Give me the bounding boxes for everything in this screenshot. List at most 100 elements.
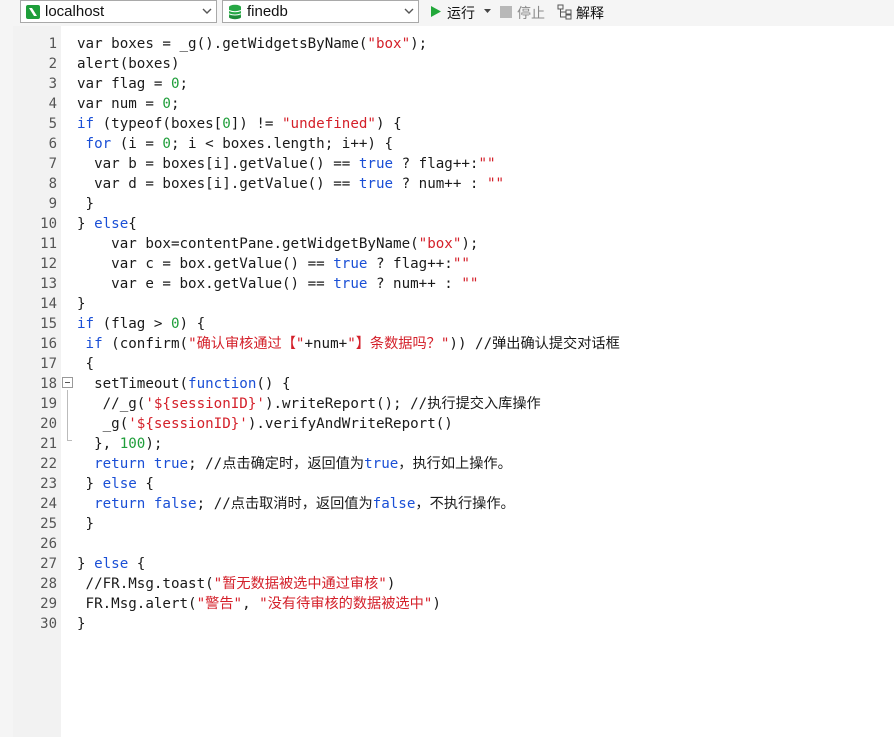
code-line[interactable]: 20 _g('${sessionID}').verifyAndWriteRepo…	[0, 414, 894, 434]
code-token: 0	[170, 316, 180, 332]
code-line[interactable]: 9 }	[0, 194, 894, 214]
code-token: var flag =	[77, 76, 171, 92]
code-token: return	[94, 496, 146, 512]
run-button[interactable]: 运行	[428, 3, 494, 21]
code-line[interactable]: 7 var b = boxes[i].getValue() == true ? …	[0, 154, 894, 174]
code-line[interactable]: 11 var box=contentPane.getWidgetByName("…	[0, 234, 894, 254]
code-line[interactable]: 12 var c = box.getValue() == true ? flag…	[0, 254, 894, 274]
code-line[interactable]: 6 for (i = 0; i < boxes.length; i++) {	[0, 134, 894, 154]
code-token: ; i < boxes.length; i++) {	[170, 136, 394, 152]
code-token: );	[410, 36, 428, 52]
line-number: 20	[40, 416, 57, 432]
caret-down-icon[interactable]	[484, 9, 491, 14]
code-line[interactable]: 13 var e = box.getValue() == true ? num+…	[0, 274, 894, 294]
code-line[interactable]: 2 alert(boxes)	[0, 54, 894, 74]
code-line[interactable]: 16 if (confirm("确认审核通过【"+num+"】条数据吗？")) …	[0, 334, 894, 354]
code-text: if (typeof(boxes[0]) != "undefined") {	[77, 114, 402, 134]
code-line[interactable]: 24 return false; //点击取消时，返回值为false，不执行操作…	[0, 494, 894, 514]
server-select[interactable]: localhost	[20, 0, 217, 23]
run-label: 运行	[447, 5, 475, 21]
code-line[interactable]: 19 //_g('${sessionID}').writeReport(); /…	[0, 394, 894, 414]
line-number: 25	[40, 516, 57, 532]
code-token: }	[77, 476, 103, 492]
explain-label: 解释	[576, 5, 604, 21]
code-line[interactable]: 22 return true; //点击确定时，返回值为true，执行如上操作。	[0, 454, 894, 474]
database-select[interactable]: finedb	[222, 0, 419, 23]
explain-button[interactable]: 解释	[556, 3, 612, 21]
code-token: true	[358, 176, 394, 192]
code-text: //_g('${sessionID}').writeReport(); //执行…	[77, 394, 541, 414]
code-line[interactable]: 14}	[0, 294, 894, 314]
code-line[interactable]: 26	[0, 534, 894, 554]
code-token: ) {	[179, 316, 206, 332]
code-text: } else {	[77, 554, 145, 574]
line-number: 14	[40, 296, 57, 312]
stop-button[interactable]: 停止	[499, 3, 551, 21]
code-token: "没有待审核的数据被选中"	[259, 596, 433, 612]
code-line[interactable]: 5 if (typeof(boxes[0]) != "undefined") {	[0, 114, 894, 134]
code-text: var flag = 0;	[77, 74, 188, 94]
play-icon	[431, 6, 441, 17]
code-text: } else {	[77, 474, 154, 494]
code-text: return false; //点击取消时，返回值为false，不执行操作。	[77, 494, 515, 514]
code-token: {	[77, 356, 95, 372]
line-number: 7	[48, 156, 57, 172]
code-line[interactable]: 25 }	[0, 514, 894, 534]
code-token: ? flag++:	[367, 256, 453, 272]
code-line[interactable]: 27} else {	[0, 554, 894, 574]
code-token: true	[333, 256, 368, 272]
line-number: 3	[48, 76, 57, 92]
line-number: 9	[48, 196, 57, 212]
code-line[interactable]: 15 if (flag > 0) {	[0, 314, 894, 334]
code-text: setTimeout(function() {	[77, 374, 290, 394]
database-select-value: finedb	[247, 3, 288, 20]
fold-collapse-icon[interactable]	[62, 377, 73, 388]
line-number: 29	[40, 596, 57, 612]
code-text: var d = boxes[i].getValue() == true ? nu…	[77, 174, 504, 194]
code-text: alert(boxes)	[77, 54, 180, 74]
code-token: }	[77, 516, 95, 532]
code-token: //FR.Msg.toast(	[77, 576, 214, 592]
code-token: 0	[170, 76, 180, 92]
code-line[interactable]: 23 } else {	[0, 474, 894, 494]
code-text: if (flag > 0) {	[77, 314, 205, 334]
code-line[interactable]: 21 }, 100);	[0, 434, 894, 454]
line-number: 18	[40, 376, 57, 392]
code-token: ; //点击确定时，返回值为	[188, 456, 365, 472]
code-token: ? num++ :	[393, 176, 488, 192]
code-line[interactable]: 18 setTimeout(function() {	[0, 374, 894, 394]
code-token: ，执行如上操作。	[398, 456, 512, 472]
code-token: 100	[119, 436, 146, 452]
code-line[interactable]: 8 var d = boxes[i].getValue() == true ? …	[0, 174, 894, 194]
code-token: ) {	[375, 116, 402, 132]
server-select-value: localhost	[45, 3, 105, 20]
code-line[interactable]: 29 FR.Msg.alert("警告", "没有待审核的数据被选中")	[0, 594, 894, 614]
code-line[interactable]: 30}	[0, 614, 894, 634]
code-line[interactable]: 10} else{	[0, 214, 894, 234]
code-line[interactable]: 1 var boxes = _g().getWidgetsByName("box"…	[0, 34, 894, 54]
code-token: if	[85, 336, 103, 352]
code-token: if	[77, 116, 95, 132]
database-icon	[228, 4, 242, 20]
code-token: )	[432, 596, 441, 612]
code-text: }	[77, 194, 95, 214]
code-line[interactable]: 4 var num = 0;	[0, 94, 894, 114]
code-token: {	[128, 216, 137, 232]
code-token: ? flag++:	[393, 156, 479, 172]
code-line[interactable]: 17 {	[0, 354, 894, 374]
code-token: true	[333, 276, 368, 292]
code-token: (i =	[111, 136, 163, 152]
code-text: FR.Msg.alert("警告", "没有待审核的数据被选中")	[77, 594, 441, 614]
line-number: 11	[40, 236, 57, 252]
code-token: 0	[222, 116, 231, 132]
code-token: false	[153, 496, 197, 512]
code-token: else	[94, 556, 129, 572]
code-token: alert(boxes)	[77, 56, 180, 72]
line-number: 24	[40, 496, 57, 512]
code-line[interactable]: 28 //FR.Msg.toast("暂无数据被选中通过审核")	[0, 574, 894, 594]
code-token: }	[77, 616, 86, 632]
code-line[interactable]: 3 var flag = 0;	[0, 74, 894, 94]
